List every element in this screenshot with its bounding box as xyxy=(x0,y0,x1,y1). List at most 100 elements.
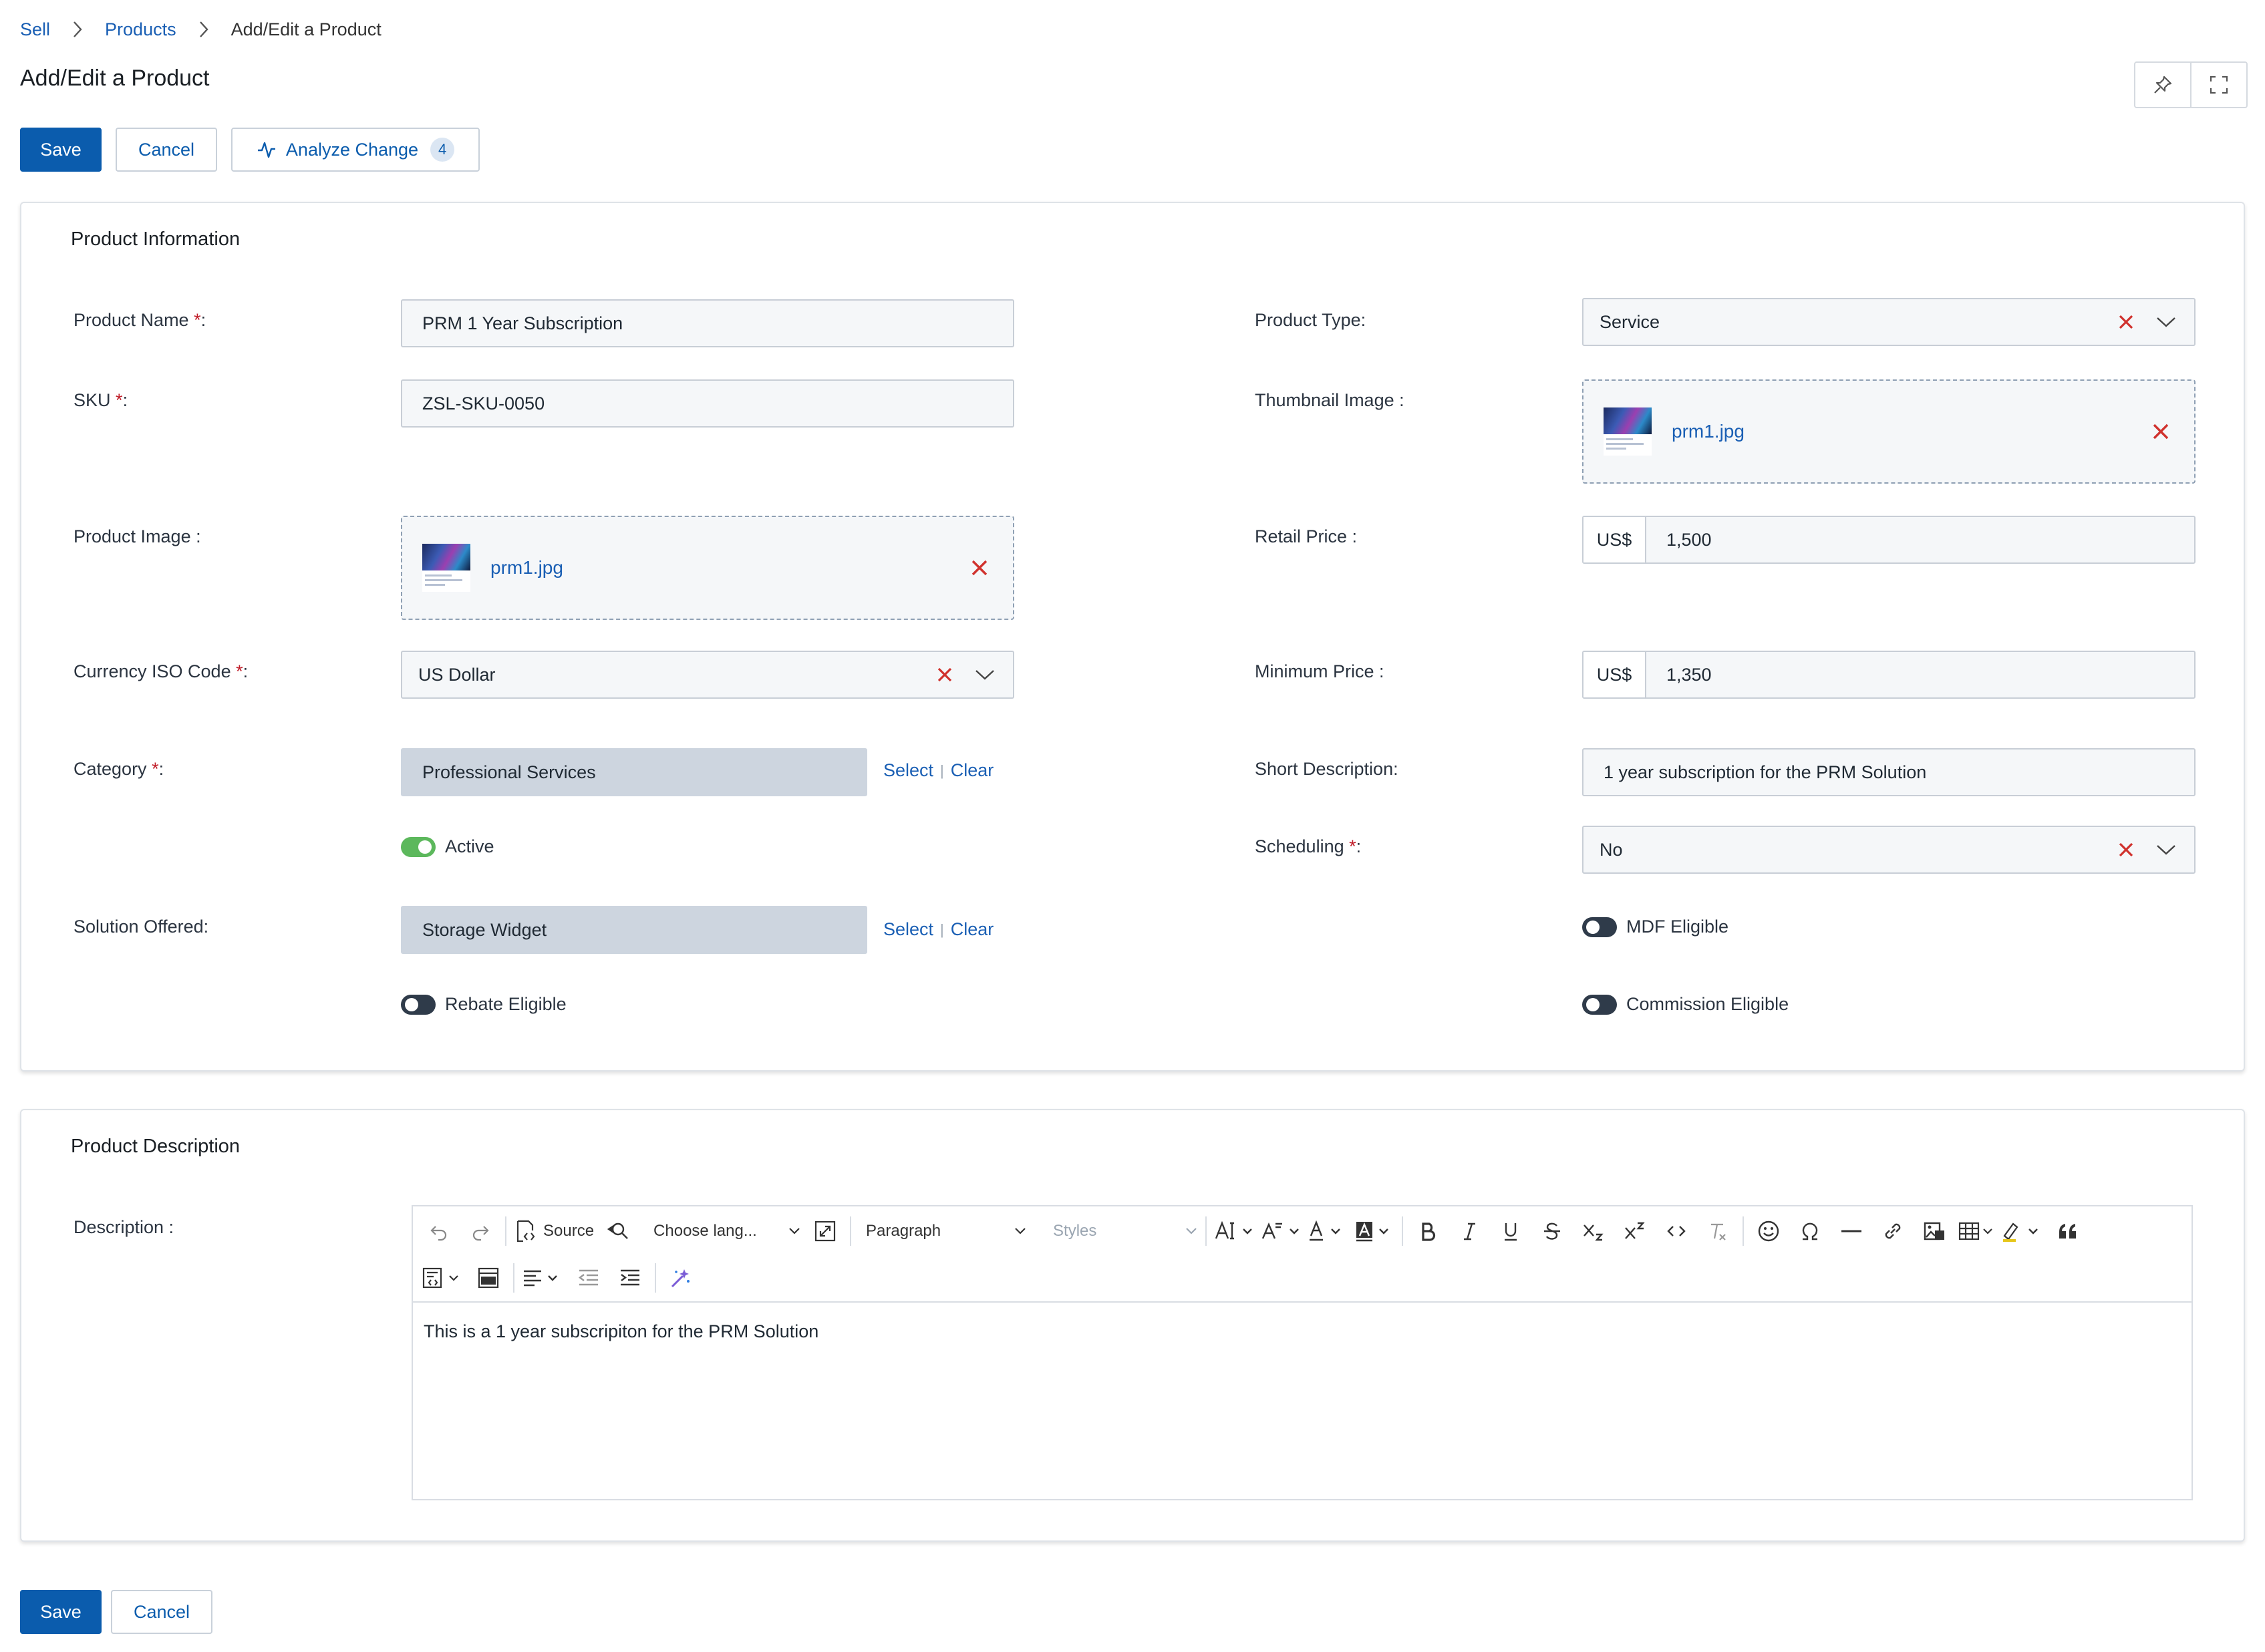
sku-input[interactable]: ZSL-SKU-0050 xyxy=(401,379,1014,428)
code-language-dropdown[interactable]: Choose lang... xyxy=(643,1222,800,1241)
category-actions: Select | Clear xyxy=(883,760,994,781)
commission-eligible-label: Commission Eligible xyxy=(1626,994,1789,1014)
italic-icon[interactable] xyxy=(1452,1214,1487,1249)
mdf-eligible-toggle[interactable]: MDF Eligible xyxy=(1582,917,1728,937)
product-image-upload[interactable]: prm1.jpg xyxy=(401,516,1014,620)
superscript-icon[interactable] xyxy=(1618,1214,1652,1249)
subscript-icon[interactable] xyxy=(1576,1214,1611,1249)
toggle-switch[interactable] xyxy=(401,994,436,1015)
rebate-eligible-label: Rebate Eligible xyxy=(445,994,567,1014)
styles-dropdown[interactable]: Styles xyxy=(1034,1222,1197,1241)
font-size-icon[interactable] xyxy=(1214,1214,1254,1249)
analyze-change-button[interactable]: Analyze Change 4 xyxy=(231,128,480,172)
currency-prefix: US$ xyxy=(1583,517,1646,562)
save-button[interactable]: Save xyxy=(20,128,102,172)
special-characters-icon[interactable] xyxy=(1793,1214,1827,1249)
expand-icon[interactable] xyxy=(2190,63,2246,107)
solution-actions: Select | Clear xyxy=(883,919,994,940)
thumbnail-image-filename[interactable]: prm1.jpg xyxy=(1672,421,2147,442)
product-name-input[interactable]: PRM 1 Year Subscription xyxy=(401,299,1014,347)
analyze-change-label: Analyze Change xyxy=(285,139,419,160)
insert-template-icon[interactable] xyxy=(422,1261,464,1295)
thumbnail-image-upload[interactable]: prm1.jpg xyxy=(1582,379,2196,484)
retail-price-input[interactable]: US$ 1,500 xyxy=(1582,516,2196,564)
solution-clear-link[interactable]: Clear xyxy=(951,919,994,940)
styles-value: Styles xyxy=(1053,1222,1097,1240)
currency-iso-code-label: Currency ISO Code *: xyxy=(73,661,249,681)
activity-icon xyxy=(257,140,277,160)
mdf-eligible-label: MDF Eligible xyxy=(1626,917,1729,937)
bold-icon[interactable] xyxy=(1410,1214,1445,1249)
sku-label: SKU *: xyxy=(73,390,128,410)
indent-icon[interactable] xyxy=(613,1261,647,1295)
breadcrumb-sell[interactable]: Sell xyxy=(20,19,50,40)
undo-icon[interactable] xyxy=(422,1214,456,1249)
remove-icon[interactable] xyxy=(2147,418,2174,445)
chevron-right-icon xyxy=(195,21,212,38)
short-description-label: Short Description: xyxy=(1255,759,1398,779)
insert-image-icon[interactable] xyxy=(1917,1214,1952,1249)
paragraph-dropdown[interactable]: Paragraph xyxy=(859,1222,1026,1241)
toggle-switch[interactable] xyxy=(1582,994,1617,1015)
minimum-price-input[interactable]: US$ 1,350 xyxy=(1582,651,2196,699)
background-color-icon[interactable] xyxy=(1354,1214,1394,1249)
ai-assistant-icon[interactable] xyxy=(663,1261,698,1295)
remove-icon[interactable] xyxy=(966,554,993,581)
section-title: Product Information xyxy=(71,228,241,250)
font-family-icon[interactable] xyxy=(1261,1214,1301,1249)
source-button[interactable]: Source xyxy=(514,1214,594,1249)
clear-icon[interactable] xyxy=(2113,309,2139,335)
section-title: Product Description xyxy=(71,1136,241,1157)
redo-icon[interactable] xyxy=(463,1214,498,1249)
table-icon[interactable] xyxy=(1958,1214,1994,1249)
pin-icon[interactable] xyxy=(2135,63,2190,107)
clear-icon[interactable] xyxy=(931,661,958,688)
page-title: Add/Edit a Product xyxy=(20,65,210,91)
breadcrumb-products[interactable]: Products xyxy=(105,19,176,40)
link-icon[interactable] xyxy=(1875,1214,1910,1249)
save-button-bottom[interactable]: Save xyxy=(20,1590,102,1634)
image-thumbnail xyxy=(1604,407,1652,456)
category-select-link[interactable]: Select xyxy=(883,760,933,781)
product-type-label: Product Type: xyxy=(1255,310,1366,330)
product-type-select[interactable]: Service xyxy=(1582,298,2196,346)
category-clear-link[interactable]: Clear xyxy=(951,760,994,781)
toggle-switch[interactable] xyxy=(401,836,436,857)
solution-offered-field: Storage Widget xyxy=(401,906,867,954)
solution-offered-label: Solution Offered: xyxy=(73,917,209,937)
solution-select-link[interactable]: Select xyxy=(883,919,933,940)
toggle-switch[interactable] xyxy=(1582,917,1617,937)
chevron-down-icon[interactable] xyxy=(2153,309,2179,335)
blockquote-icon[interactable] xyxy=(2051,1214,2085,1249)
html-embed-icon[interactable] xyxy=(471,1261,506,1295)
currency-select[interactable]: US Dollar xyxy=(401,651,1014,699)
emoji-icon[interactable] xyxy=(1751,1214,1786,1249)
find-replace-icon[interactable] xyxy=(601,1214,635,1249)
cancel-button-bottom[interactable]: Cancel xyxy=(111,1590,212,1634)
product-image-filename[interactable]: prm1.jpg xyxy=(490,557,966,579)
editor-toolbar-row-2 xyxy=(418,1255,702,1301)
outdent-icon[interactable] xyxy=(571,1261,606,1295)
description-text[interactable]: This is a 1 year subscripiton for the PR… xyxy=(424,1321,818,1341)
underline-icon[interactable] xyxy=(1493,1214,1528,1249)
highlight-icon[interactable] xyxy=(2001,1214,2044,1249)
clear-icon[interactable] xyxy=(2113,836,2139,863)
text-align-icon[interactable] xyxy=(522,1261,565,1295)
horizontal-line-icon[interactable] xyxy=(1834,1214,1869,1249)
editor-content-area[interactable]: This is a 1 year subscripiton for the PR… xyxy=(413,1301,2192,1499)
rebate-eligible-toggle[interactable]: Rebate Eligible xyxy=(401,994,567,1015)
scheduling-select[interactable]: No xyxy=(1582,826,2196,874)
chevron-down-icon[interactable] xyxy=(2153,836,2179,863)
breadcrumb-current: Add/Edit a Product xyxy=(231,19,382,39)
chevron-down-icon[interactable] xyxy=(971,661,998,688)
commission-eligible-toggle[interactable]: Commission Eligible xyxy=(1582,994,1789,1015)
strikethrough-icon[interactable] xyxy=(1535,1214,1569,1249)
remove-format-icon[interactable] xyxy=(1700,1214,1735,1249)
cancel-button[interactable]: Cancel xyxy=(116,128,217,172)
active-toggle[interactable]: Active xyxy=(401,836,494,857)
fullscreen-icon[interactable] xyxy=(808,1214,843,1249)
retail-price-label: Retail Price : xyxy=(1255,526,1358,546)
short-description-input[interactable]: 1 year subscription for the PRM Solution xyxy=(1582,748,2196,796)
code-icon[interactable] xyxy=(1659,1214,1694,1249)
font-color-icon[interactable] xyxy=(1308,1214,1348,1249)
